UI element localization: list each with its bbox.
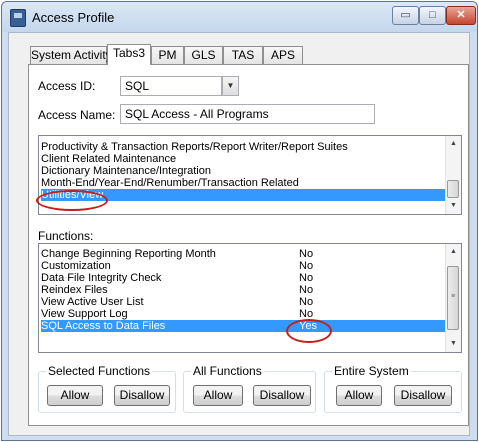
list-item[interactable]: View Support Log No <box>41 308 445 320</box>
selected-allow-button[interactable]: Allow <box>47 385 103 406</box>
function-name: Customization <box>41 260 111 272</box>
all-functions-group: All Functions Allow Disallow <box>183 364 316 413</box>
tab-pm[interactable]: PM <box>151 46 184 64</box>
close-button[interactable]: ✕ <box>446 6 476 25</box>
list-item[interactable]: Reindex Files No <box>41 284 445 296</box>
window-title: Access Profile <box>32 10 115 25</box>
grip-icon: ≡ <box>450 293 456 300</box>
tab-aps[interactable]: APS <box>263 46 303 64</box>
system-allow-button[interactable]: Allow <box>336 385 382 406</box>
function-value: No <box>299 248 314 260</box>
selected-functions-group: Selected Functions Allow Disallow <box>38 364 176 413</box>
functions-label: Functions: <box>38 229 94 243</box>
chevron-down-icon[interactable]: ▼ <box>222 76 239 96</box>
annotation-circle-utilities <box>36 190 108 211</box>
function-name: Change Beginning Reporting Month <box>41 248 216 260</box>
list-item[interactable]: Customization No <box>41 260 445 272</box>
access-name-field[interactable]: SQL Access - All Programs <box>120 104 375 124</box>
selected-disallow-button[interactable]: Disallow <box>114 385 170 406</box>
scroll-down-arrow-icon[interactable]: ▼ <box>446 336 461 352</box>
list-item[interactable]: Dictionary Maintenance/Integration <box>41 165 445 177</box>
list-item-selected[interactable]: SQL Access to Data Files Yes <box>41 320 445 332</box>
scroll-thumb[interactable]: ≡ <box>447 266 459 330</box>
functions-scrollbar[interactable]: ▲ ≡ ▼ <box>445 244 461 352</box>
function-value: No <box>299 260 314 272</box>
tab-system-activity[interactable]: System Activity <box>30 46 112 64</box>
function-name: SQL Access to Data Files <box>41 320 166 332</box>
tab-gls[interactable]: GLS <box>184 46 223 64</box>
app-icon <box>10 9 26 27</box>
scroll-up-arrow-icon[interactable]: ▲ <box>446 136 461 152</box>
all-disallow-button[interactable]: Disallow <box>253 385 311 406</box>
annotation-circle-yes <box>286 319 332 343</box>
list-item[interactable]: Productivity & Transaction Reports/Repor… <box>41 141 445 153</box>
function-name: Reindex Files <box>41 284 108 296</box>
list-item[interactable]: View Active User List No <box>41 296 445 308</box>
functions-list[interactable]: Change Beginning Reporting Month No Custo… <box>38 243 462 353</box>
group-title: Entire System <box>332 364 411 378</box>
scroll-down-arrow-icon[interactable]: ▼ <box>446 198 461 214</box>
maximize-button[interactable]: □ <box>419 6 446 25</box>
function-value: No <box>299 296 314 308</box>
tab-tas[interactable]: TAS <box>223 46 263 64</box>
scroll-up-arrow-icon[interactable]: ▲ <box>446 244 461 260</box>
list-item[interactable]: Month-End/Year-End/Renumber/Transaction … <box>41 177 445 189</box>
group-title: All Functions <box>191 364 264 378</box>
tab-tabs3[interactable]: Tabs3 <box>107 44 151 65</box>
all-allow-button[interactable]: Allow <box>193 385 243 406</box>
areas-scrollbar[interactable]: ▲ ▼ <box>445 136 461 214</box>
function-value: No <box>299 272 314 284</box>
function-name: View Active User List <box>41 296 144 308</box>
list-item[interactable]: Change Beginning Reporting Month No <box>41 248 445 260</box>
function-name: View Support Log <box>41 308 128 320</box>
access-id-label: Access ID: <box>38 79 96 93</box>
scroll-thumb[interactable] <box>447 180 459 198</box>
title-bar[interactable]: Access Profile ▭ □ ✕ <box>2 2 477 32</box>
minimize-button[interactable]: ▭ <box>392 6 419 25</box>
function-value: No <box>299 284 314 296</box>
entire-system-group: Entire System Allow Disallow <box>324 364 462 413</box>
access-name-label: Access Name: <box>38 108 116 122</box>
list-item[interactable]: Data File Integrity Check No <box>41 272 445 284</box>
system-disallow-button[interactable]: Disallow <box>394 385 452 406</box>
list-item[interactable]: Client Related Maintenance <box>41 153 445 165</box>
access-id-combo[interactable]: SQL <box>120 76 222 96</box>
group-title: Selected Functions <box>46 364 153 378</box>
function-name: Data File Integrity Check <box>41 272 162 284</box>
